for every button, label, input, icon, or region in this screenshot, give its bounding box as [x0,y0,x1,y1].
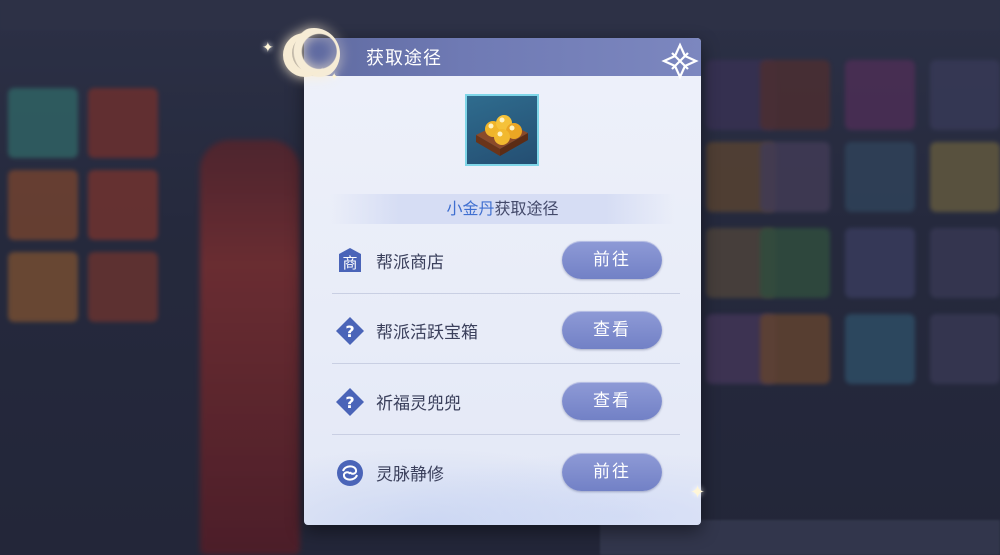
close-icon [661,42,699,80]
golden-pill-box-icon [476,115,528,156]
acquisition-subtitle: 小金丹获取途径 [330,194,675,224]
source-row-guild-chest: ? 帮派活跃宝箱 查看 [332,294,680,364]
sparkle-icon: ✦ [690,482,706,503]
subtitle-suffix: 获取途径 [494,199,559,218]
source-label: 帮派活跃宝箱 [376,323,478,343]
question-icon: ? [336,317,364,345]
sparkle-icon: ✦ [330,72,339,83]
svg-text:?: ? [345,322,354,341]
source-row-guild-shop: 商 帮派商店 前往 [332,224,680,294]
go-button[interactable]: 前往 [562,241,662,279]
dialog-header: 获取途径 [304,38,701,76]
sparkle-icon: ✦ [262,40,274,56]
source-label: 帮派商店 [376,253,444,273]
close-button[interactable] [660,42,700,80]
item-slot [465,94,539,166]
source-label: 祈福灵兜兜 [376,394,461,414]
swirl-icon [337,460,363,486]
dialog-title: 获取途径 [366,48,442,69]
source-label: 灵脉静修 [376,465,444,485]
svg-text:商: 商 [342,254,357,272]
source-row-spirit-meditation: 灵脉静修 前往 [332,436,680,506]
go-button[interactable]: 前往 [562,453,662,491]
shop-icon: 商 [339,248,361,272]
view-button[interactable]: 查看 [562,382,662,420]
question-icon: ? [336,388,364,416]
view-button[interactable]: 查看 [562,311,662,349]
source-row-blessing-pouch: ? 祈福灵兜兜 查看 [332,365,680,435]
item-name: 小金丹 [446,199,495,218]
svg-text:?: ? [345,393,354,412]
divider [332,434,680,435]
divider [332,363,680,364]
